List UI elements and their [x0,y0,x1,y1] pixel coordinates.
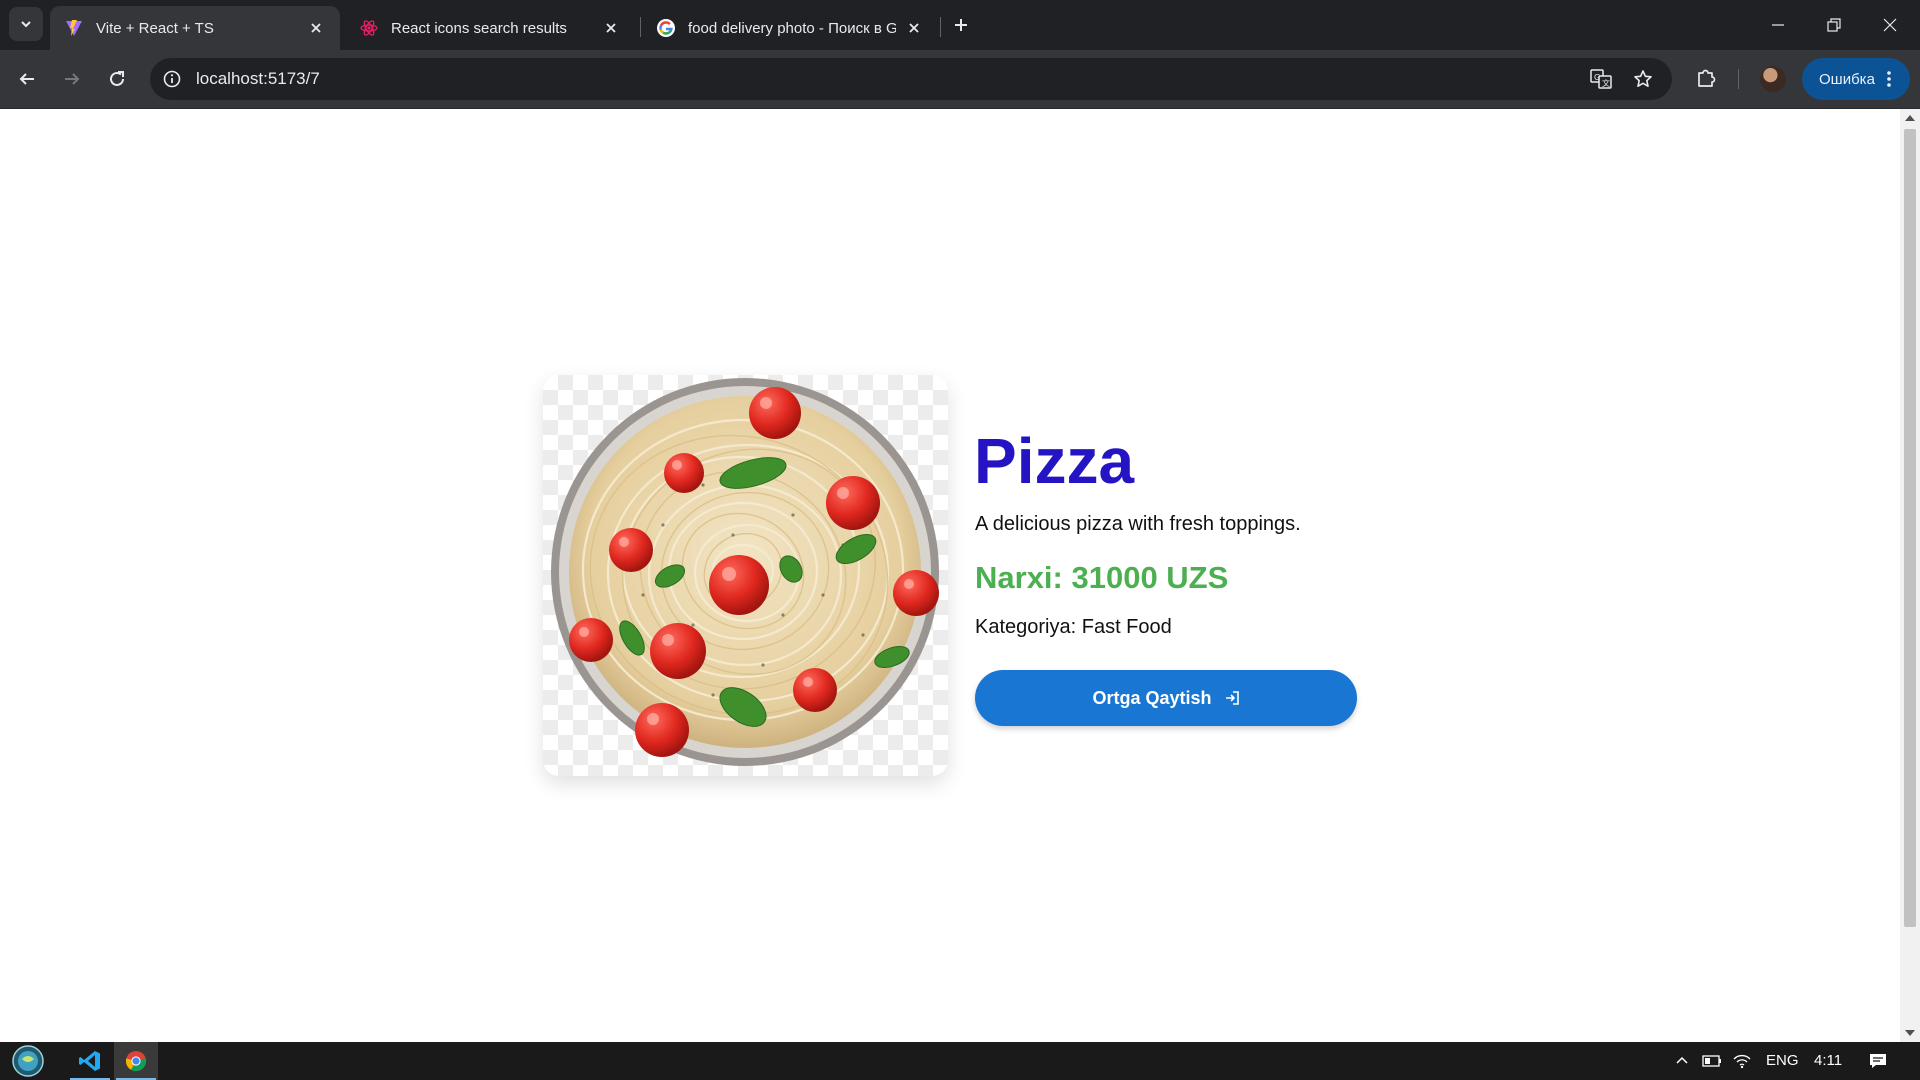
arrow-left-icon [19,73,34,85]
tab-title: React icons search results [391,19,567,37]
battery-icon[interactable] [1702,1051,1722,1071]
tab-search-button[interactable] [9,7,43,41]
minimize-button[interactable] [1750,0,1806,50]
show-hidden-icons-button[interactable] [1672,1051,1692,1071]
restore-button[interactable] [1806,0,1862,50]
profile-status-label: Ошибка [1819,70,1875,88]
tab-title: food delivery photo - Поиск в G [688,19,896,37]
page-viewport [0,109,1900,1042]
product-price: Narxi: 31000 UZS [975,560,1229,595]
vite-favicon-icon [66,20,82,36]
reload-button[interactable] [100,62,134,96]
close-window-button[interactable] [1862,0,1918,50]
taskbar: ENG 4:11 [0,1042,1920,1080]
plus-icon [955,19,967,31]
back-button-label: Ortga Qaytish [1092,687,1212,708]
more-vertical-icon [1887,71,1891,87]
address-text[interactable]: localhost:5173/7 [196,69,320,89]
chevron-down-icon [21,21,31,28]
close-tab-icon[interactable] [306,18,326,38]
address-bar[interactable]: localhost:5173/7 G文 [150,58,1672,100]
close-tab-icon[interactable] [904,18,924,38]
new-tab-button[interactable] [948,12,974,38]
notification-icon [1870,1054,1886,1068]
back-nav-button[interactable] [10,62,44,96]
sign-in-icon [1224,690,1240,706]
tab-strip: Vite + React + TS React icons search res… [0,0,1920,50]
start-orb-icon [12,1045,44,1077]
translate-icon[interactable]: G文 [1590,68,1612,90]
tab-title: Vite + React + TS [96,19,214,37]
language-indicator[interactable]: ENG [1766,1052,1799,1069]
bookmark-star-icon[interactable] [1632,68,1654,90]
vertical-scrollbar[interactable] [1900,109,1920,1042]
arrow-right-icon [65,73,80,85]
chrome-icon [125,1051,147,1072]
scroll-down-arrow-icon[interactable] [1905,1030,1915,1036]
product-image [543,375,948,776]
google-favicon-icon [657,19,675,37]
toolbar-divider [1738,69,1739,89]
product-description: A delicious pizza with fresh toppings. [975,513,1301,535]
close-tab-icon[interactable] [601,18,621,38]
back-button[interactable]: Ortga Qaytish [975,670,1357,726]
restore-icon [1827,18,1841,32]
puzzle-icon [1698,69,1716,87]
tab-react-icons[interactable]: React icons search results [345,6,635,50]
svg-text:文: 文 [1602,78,1610,88]
extensions-button[interactable] [1693,65,1719,91]
tab-google-search[interactable]: food delivery photo - Поиск в G [642,6,938,50]
tab-divider [940,17,941,37]
taskbar-chrome[interactable] [114,1042,158,1080]
scroll-up-arrow-icon[interactable] [1905,115,1915,121]
react-favicon-icon [360,20,378,36]
profile-avatar[interactable] [1760,66,1786,92]
product-category: Kategoriya: Fast Food [975,616,1172,638]
product-title: Pizza [974,425,1135,497]
tab-divider [640,17,641,37]
tab-vite-react[interactable]: Vite + React + TS [50,6,340,50]
taskbar-vscode[interactable] [68,1042,112,1080]
svg-text:G: G [1594,73,1600,82]
reload-icon [110,71,124,86]
start-button[interactable] [6,1042,50,1080]
browser-toolbar: localhost:5173/7 G文 Ошибка [0,50,1920,109]
profile-error-button[interactable]: Ошибка [1802,58,1910,100]
forward-nav-button[interactable] [55,62,89,96]
spaghetti-plate-illustration [551,378,939,766]
wifi-icon[interactable] [1732,1051,1752,1071]
site-info-icon[interactable] [162,69,182,89]
minimize-icon [1772,24,1784,26]
clock-time[interactable]: 4:11 [1814,1052,1842,1069]
scrollbar-thumb[interactable] [1904,129,1916,927]
chevron-up-icon [1676,1056,1688,1064]
vscode-icon [79,1051,100,1071]
notifications-button[interactable] [1868,1051,1888,1071]
close-icon [1883,18,1897,32]
